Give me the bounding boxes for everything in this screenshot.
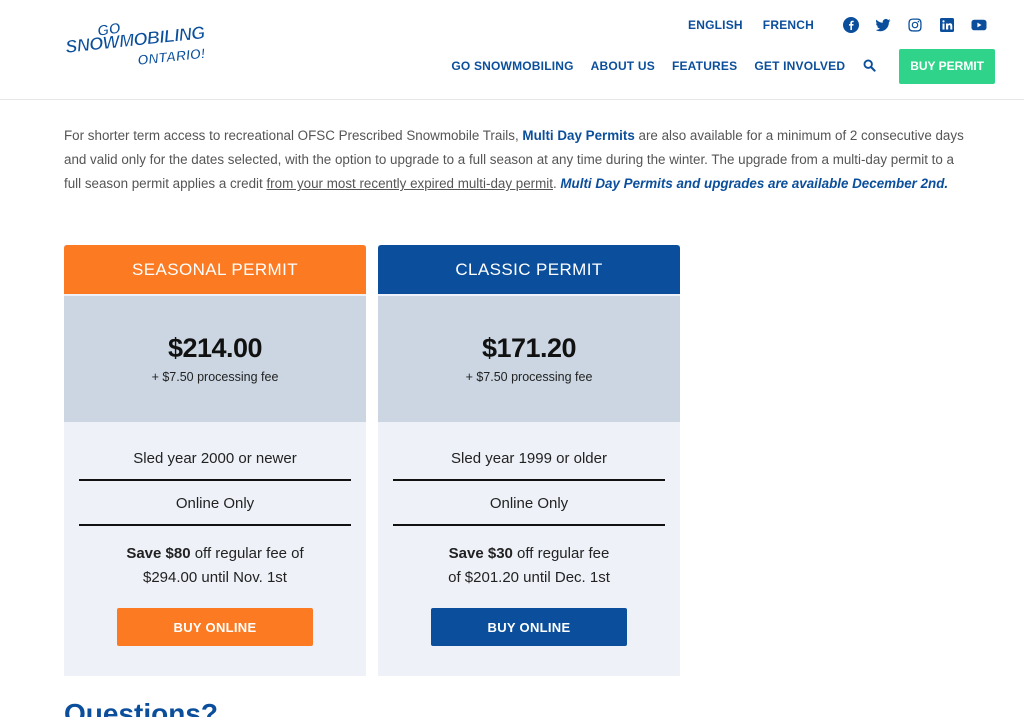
classic-permit-card: CLASSIC PERMIT $171.20 + $7.50 processin…: [378, 245, 680, 676]
sled-year-feature: Sled year 2000 or newer: [133, 450, 297, 467]
lang-english-link[interactable]: ENGLISH: [688, 18, 743, 32]
logo-graphic: GO SNOWMOBILING ONTARIO!: [64, 20, 207, 69]
divider: [393, 524, 665, 526]
intro-text-1: For shorter term access to recreational …: [64, 128, 523, 143]
online-only-feature: Online Only: [489, 495, 569, 512]
twitter-icon[interactable]: [874, 16, 892, 34]
multi-day-permits-link[interactable]: Multi Day Permits: [522, 128, 634, 143]
site-logo[interactable]: GO SNOWMOBILING ONTARIO!: [64, 20, 229, 70]
price: $214.00: [167, 333, 263, 363]
price: $171.20: [481, 333, 577, 363]
expired-permit-link[interactable]: from your most recently expired multi-da…: [266, 176, 553, 191]
social-links: [828, 16, 988, 34]
linkedin-icon[interactable]: [938, 16, 956, 34]
availability-note: Multi Day Permits and upgrades are avail…: [560, 176, 949, 191]
savings-amount: Save $30: [448, 545, 513, 562]
buy-permit-button[interactable]: BUY PERMIT: [899, 48, 995, 84]
youtube-icon[interactable]: [970, 16, 988, 34]
processing-fee: + $7.50 processing fee: [465, 370, 593, 384]
card-title: CLASSIC PERMIT: [378, 245, 680, 294]
processing-fee: + $7.50 processing fee: [151, 370, 279, 384]
card-title: SEASONAL PERMIT: [64, 245, 366, 294]
savings-text: Save $80 off regular fee of $294.00 unti…: [64, 542, 366, 590]
instagram-icon[interactable]: [906, 16, 924, 34]
facebook-icon[interactable]: [842, 16, 860, 34]
search-icon[interactable]: [863, 59, 877, 73]
buy-online-button[interactable]: BUY ONLINE: [431, 608, 627, 646]
price-box: $171.20 + $7.50 processing fee: [378, 296, 680, 422]
lang-french-link[interactable]: FRENCH: [763, 18, 814, 32]
savings-desc: off regular fee of: [190, 545, 304, 562]
site-header: GO SNOWMOBILING ONTARIO! ENGLISH FRENCH: [0, 0, 1024, 100]
nav-features[interactable]: FEATURES: [672, 59, 737, 73]
divider: [79, 479, 351, 481]
questions-heading: Questions?: [64, 698, 219, 717]
buy-online-button[interactable]: BUY ONLINE: [117, 608, 313, 646]
nav-about-us[interactable]: ABOUT US: [591, 59, 655, 73]
seasonal-permit-card: SEASONAL PERMIT $214.00 + $7.50 processi…: [64, 245, 366, 676]
main-nav: GO SNOWMOBILING ABOUT US FEATURES GET IN…: [434, 48, 995, 84]
savings-desc: off regular fee: [512, 545, 610, 562]
top-nav: ENGLISH FRENCH: [668, 14, 988, 36]
divider: [393, 479, 665, 481]
savings-deadline: $294.00 until Nov. 1st: [143, 569, 287, 586]
price-box: $214.00 + $7.50 processing fee: [64, 296, 366, 422]
sled-year-feature: Sled year 1999 or older: [451, 450, 607, 467]
savings-text: Save $30 off regular fee of $201.20 unti…: [378, 542, 680, 590]
online-only-feature: Online Only: [175, 495, 255, 512]
savings-amount: Save $80: [126, 545, 191, 562]
intro-paragraph: For shorter term access to recreational …: [64, 124, 964, 196]
divider: [79, 524, 351, 526]
savings-deadline: of $201.20 until Dec. 1st: [448, 569, 610, 586]
nav-go-snowmobiling[interactable]: GO SNOWMOBILING: [451, 59, 573, 73]
nav-get-involved[interactable]: GET INVOLVED: [754, 59, 845, 73]
